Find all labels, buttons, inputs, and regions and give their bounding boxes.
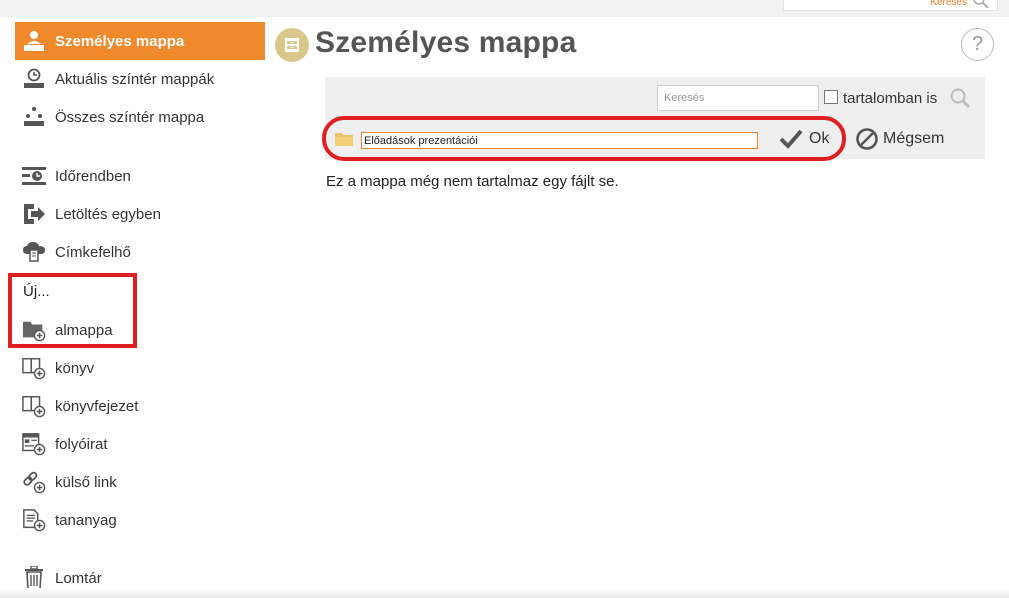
sidebar-new-book[interactable]: könyv bbox=[15, 349, 265, 387]
add-chapter-icon bbox=[22, 395, 46, 418]
sidebar-item-personal-folder[interactable]: Személyes mappa bbox=[15, 22, 265, 60]
sidebar-item-label: folyóirat bbox=[55, 435, 108, 453]
add-book-icon bbox=[22, 357, 46, 380]
sidebar-new-external-link[interactable]: külső link bbox=[15, 463, 265, 501]
sidebar-item-label: Összes színtér mappa bbox=[55, 108, 205, 126]
cancel-button[interactable]: Mégsem bbox=[855, 126, 944, 152]
global-search-placeholder[interactable]: Keresés bbox=[930, 0, 967, 8]
sidebar-item-label: Letöltés egyben bbox=[55, 205, 161, 223]
sidebar-item-label: Lomtár bbox=[55, 569, 102, 587]
sidebar-new-chapter[interactable]: könyvfejezet bbox=[15, 387, 265, 425]
search-icon[interactable] bbox=[949, 87, 971, 109]
clock-folder-icon bbox=[22, 68, 46, 90]
network-folder-icon bbox=[22, 106, 46, 128]
new-folder-name-input[interactable] bbox=[361, 132, 758, 149]
sidebar-item-label: tananyag bbox=[55, 511, 117, 529]
personal-folder-icon bbox=[22, 30, 46, 52]
checkmark-icon bbox=[779, 129, 803, 149]
sidebar-item-label: könyv bbox=[55, 359, 95, 377]
add-journal-icon bbox=[22, 433, 46, 456]
sidebar-item-label: Személyes mappa bbox=[55, 32, 185, 50]
top-bar: Keresés bbox=[0, 0, 1009, 17]
folder-icon bbox=[335, 133, 353, 146]
sidebar-item-label: Aktuális színtér mappák bbox=[55, 70, 215, 88]
sidebar-item-tag-cloud[interactable]: Címkefelhő bbox=[15, 233, 265, 271]
sidebar-item-label: Időrendben bbox=[55, 167, 131, 185]
download-export-icon bbox=[22, 203, 46, 225]
global-search[interactable]: Keresés bbox=[783, 0, 998, 11]
search-input[interactable] bbox=[657, 85, 819, 111]
ok-button[interactable]: Ok bbox=[779, 126, 829, 152]
ok-button-label: Ok bbox=[809, 130, 830, 147]
sidebar-new-journal[interactable]: folyóirat bbox=[15, 425, 265, 463]
sidebar-item-label: külső link bbox=[55, 473, 117, 491]
empty-folder-message: Ez a mappa még nem tartalmaz egy fájlt s… bbox=[326, 173, 619, 190]
cancel-button-label: Mégsem bbox=[883, 130, 945, 147]
sidebar-item-label: könyvfejezet bbox=[55, 397, 139, 415]
sidebar-item-download-all[interactable]: Letöltés egyben bbox=[15, 195, 265, 233]
cancel-icon bbox=[856, 128, 878, 150]
sidebar-item-chronological[interactable]: Időrendben bbox=[15, 157, 265, 195]
bottom-edge bbox=[0, 588, 1009, 598]
add-material-icon bbox=[22, 509, 46, 532]
search-content-checkbox[interactable] bbox=[824, 90, 838, 104]
trash-icon bbox=[22, 566, 46, 590]
sidebar-item-all-scene-folders[interactable]: Összes színtér mappa bbox=[15, 98, 265, 136]
sidebar-item-label: Címkefelhő bbox=[55, 243, 131, 261]
page-title: Személyes mappa bbox=[315, 26, 577, 59]
search-icon[interactable] bbox=[971, 0, 991, 8]
timeline-icon bbox=[22, 165, 46, 187]
sidebar-item-current-scene-folders[interactable]: Aktuális színtér mappák bbox=[15, 60, 265, 98]
annotation-highlight-box bbox=[8, 273, 137, 348]
sidebar-new-learning-material[interactable]: tananyag bbox=[15, 501, 265, 539]
help-button[interactable]: ? bbox=[961, 28, 994, 61]
folder-cabinet-icon bbox=[275, 28, 309, 62]
search-content-label: tartalomban is bbox=[843, 90, 938, 107]
add-link-icon bbox=[22, 471, 46, 494]
tag-cloud-icon bbox=[22, 241, 46, 263]
